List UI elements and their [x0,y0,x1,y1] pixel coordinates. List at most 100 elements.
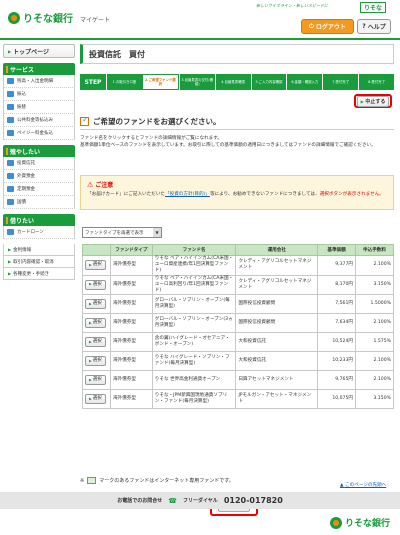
fund-table: ファンドタイプ ファンド名 運用会社 基準価額 申込手数料 ▶ 選択 海外債券型 … [82,244,394,410]
select-button[interactable]: ▶ 選択 [85,337,106,348]
fund-name-link[interactable]: グローバル・ソブリン・オープン(3ヵ月決算型) [151,313,237,334]
select-button[interactable]: ▶ 選択 [85,375,106,386]
arrow-right-icon: ▶ [360,98,364,104]
table-row: ▶ 選択 海外債券型 りそな ベア・ハイインカム(CA米国・ユーロ資産連携/年1回… [82,255,394,276]
fund-name-link[interactable]: りそな ベア・ハイインカム(CA米国・ユーロ資産連携/年1回決算型ファンド) [151,255,237,276]
sidebar-link-history[interactable]: ▶ 取引内容確認・取消 [3,256,75,268]
caution-text: 「お届けカード」にご記入いただいた「投資の方針(目的)」等により、お勧めできない… [87,192,387,199]
fund-price: 10,075円 [317,389,356,410]
arrow-right-icon: ▶ [89,377,92,382]
select-button[interactable]: ▶ 選択 [85,356,106,367]
section-bar-icon [6,147,8,155]
table-row: ▶ 選択 海外債券型 含の翼(ハイグレード・オセアニア・ボンド・オープン) 大和投… [82,332,394,353]
page-top-link[interactable]: ▲ このページの先頭へ [340,482,386,488]
sidebar-item-utility[interactable]: 公共料金等払込み [3,114,75,127]
sidebar-item-label: ペイジー料金払込 [17,131,53,136]
step-7: 7.受付完了 [322,74,359,90]
sidebar-item-foreign-deposit[interactable]: 外貨預金 [3,170,75,183]
sidebar-item-card-loan[interactable]: カードローン [3,226,75,239]
fund-company: クレディ・アグリコルセットマネジメント [235,274,319,296]
resona-logo-icon [8,11,20,24]
fund-type: 海外債券型 [109,313,153,334]
step-6: 6.金額・確認入力 [286,74,323,90]
internet-only-note: ※ マークのあるファンドはインターネット専用ファンドです。 [80,477,234,484]
cancel-label: 中止する [365,98,386,105]
cancel-button-highlight: ▶ 中止する [354,94,392,108]
step-progress: STEP 1.お取引き口座 2.ご希望ファンド選択 3.目論見書の交付(確認) … [80,74,394,90]
sidebar-top-page[interactable]: ▶ トップページ [3,44,75,58]
footer-logo: りそな銀行 [330,516,390,529]
sidebar-item-payeasy[interactable]: ペイジー料金払込 [3,127,75,140]
select-label: 選択 [92,377,102,383]
logout-button[interactable]: ⏻ ログアウト [301,19,354,34]
chevron-down-icon: ▼ [153,228,161,237]
section-heading: ご希望のファンドをお選びください。 [80,114,394,130]
fund-name-link[interactable]: りそな ハイグレード・ソブリン・ファンド(毎月決算型) [151,351,237,372]
sidebar-item-time-deposit[interactable]: 定期預金 [3,183,75,196]
arrow-right-icon: ▶ [89,282,92,287]
main-content: 投資信託 買付 STEP 1.お取引き口座 2.ご希望ファンド選択 3.目論見書… [80,44,394,516]
sidebar-item-transfer[interactable]: 振込 [3,88,75,101]
fund-name-link[interactable]: りそな 世界高金利通貨オープン [151,370,237,391]
arrow-right-icon: ▶ [89,396,92,401]
step-4: 4.目論見書確認 [214,74,251,90]
sidebar-item-investment-trust[interactable]: 投資信託 [3,157,75,170]
investment-policy-link[interactable]: 「投資の方針(目的)」 [165,192,210,197]
fund-name-link[interactable]: りそな・JPM新興国現地通貨ソブリン・ファンド(毎月決算型) [151,389,237,410]
card-icon [7,229,14,235]
select-button[interactable]: ▶ 選択 [85,279,106,290]
select-label: 選択 [92,262,102,268]
step-label: STEP [80,74,106,90]
arrow-right-icon: ▶ [89,262,92,267]
sidebar: ▶ トップページ サービス 残高・入出金明細 振込 振替 公共料金等払込み ペイ… [3,44,75,280]
select-cell: ▶ 選択 [82,389,111,410]
fund-fee: 3.150% [355,274,394,296]
sidebar-item-label: 残高・入出金明細 [17,79,53,84]
sidebar-item-label: 振替 [17,105,26,110]
pc-icon [87,477,97,484]
select-button[interactable]: ▶ 選択 [85,318,106,329]
fund-price: 9,765円 [317,370,356,391]
sidebar-item-balance[interactable]: 残高・入出金明細 [3,75,75,88]
help-button[interactable]: ? ヘルプ [357,19,391,34]
cancel-button[interactable]: ▶ 中止する [356,95,390,107]
logo-subtitle: マイゲート [80,16,111,24]
contact-label: お電話でのお問合せ [117,498,163,504]
select-label: 選択 [92,396,102,402]
select-cell: ▶ 選択 [82,351,111,372]
col-header: 運用会社 [235,244,319,256]
fund-name-link[interactable]: 含の翼(ハイグレード・オセアニア・ボンド・オープン) [151,332,237,353]
utility-icon [7,117,14,123]
select-button[interactable]: ▶ 選択 [85,299,106,310]
col-header: ファンド名 [151,244,237,256]
fund-type: 海外債券型 [109,255,153,276]
sidebar-link-rates[interactable]: ▶ 金利情報 [3,244,75,256]
warning-icon: ⚠ [87,180,94,189]
resona-logo-icon [330,516,342,529]
sidebar-item-label: 国債 [17,200,26,205]
section-title: 借りたい [10,217,35,225]
sidebar-item-account-transfer[interactable]: 振替 [3,101,75,114]
sidebar-link-settings[interactable]: ▶ 各種変更・手続き [3,268,75,280]
arrow-right-icon: ▶ [89,358,92,363]
section-title: サービス [10,66,35,74]
chart-icon [7,160,14,166]
fund-name-link[interactable]: グローバル・ソブリン・オープン(毎月決算型) [151,294,237,315]
select-button[interactable]: ▶ 選択 [85,260,106,271]
arrow-right-icon: ▶ [8,271,12,276]
section-title: 殖やしたい [10,148,41,156]
select-button[interactable]: ▶ 選択 [85,394,106,405]
arrow-right-icon: ▶ [8,48,12,54]
sidebar-item-bonds[interactable]: 国債 [3,196,75,209]
fund-type-select[interactable]: ファンドタイプを再選で表示 ▼ [82,227,162,238]
col-header [82,244,111,256]
resona-logo[interactable]: りそな銀行 マイゲート [8,10,110,25]
page-title: 投資信託 買付 [80,44,394,64]
fund-name-link[interactable]: りそな ベア・ハイインカム(CA米国・ユーロ高利回り/年1回決算型ファンド) [151,274,237,296]
fund-company: 大和投資信託 [235,332,319,353]
sidebar-link-label: 取引内容確認・取消 [13,259,54,265]
table-row: ▶ 選択 海外債券型 グローバル・ソブリン・オープン(3ヵ月決算型) 国際投信投資… [82,313,394,334]
fund-type: 海外債券型 [109,294,153,315]
account-transfer-icon [7,104,14,110]
caution-box: ⚠ ご注意 「お届けカード」にご記入いただいた「投資の方針(目的)」等により、お… [80,175,394,210]
